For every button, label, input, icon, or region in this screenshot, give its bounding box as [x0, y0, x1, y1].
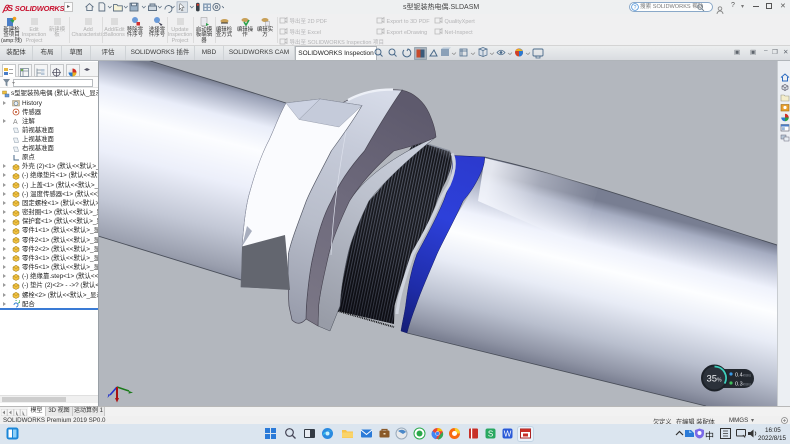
svg-text:W: W	[504, 430, 512, 439]
svg-text:S: S	[488, 430, 493, 439]
svg-text:?: ?	[634, 5, 637, 11]
svg-text:A: A	[13, 119, 18, 125]
